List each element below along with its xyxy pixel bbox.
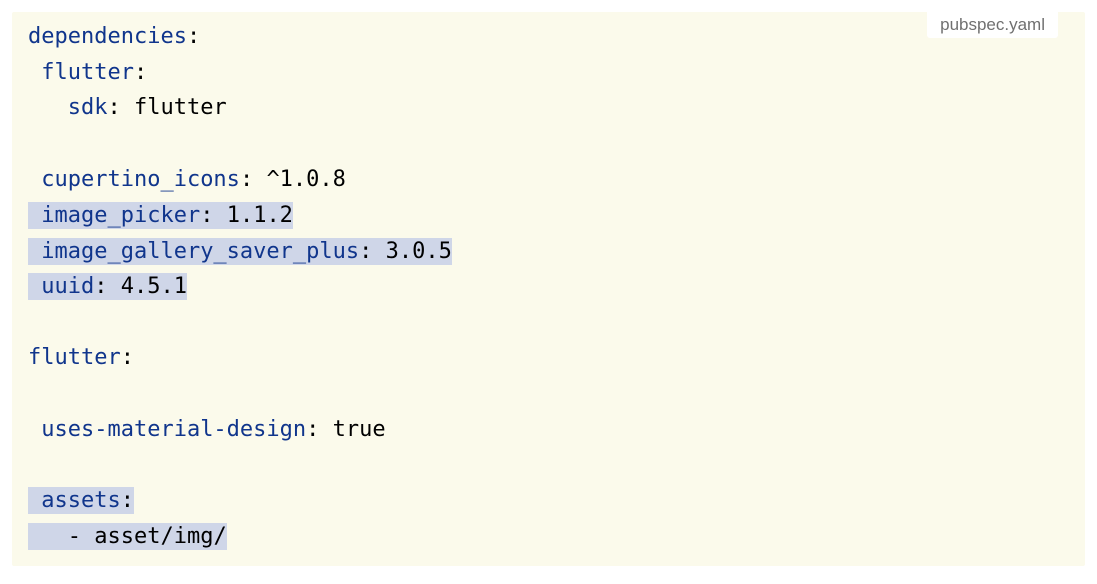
line-content: dependencies: bbox=[28, 24, 200, 49]
yaml-value: flutter bbox=[134, 95, 227, 121]
code-line: image_picker: 1.1.2 bbox=[28, 197, 452, 233]
file-name-label: pubspec.yaml bbox=[927, 12, 1058, 38]
yaml-separator: : bbox=[107, 95, 134, 121]
yaml-separator: : bbox=[200, 202, 227, 228]
line-content: cupertino_icons: ^1.0.8 bbox=[28, 167, 346, 192]
code-block: pubspec.yaml dependencies: flutter: sdk:… bbox=[12, 12, 1085, 566]
yaml-key: uuid bbox=[41, 274, 95, 300]
yaml-value: 3.0.5 bbox=[385, 238, 452, 264]
yaml-separator: : bbox=[359, 238, 386, 264]
yaml-key: flutter bbox=[41, 59, 134, 85]
code-line: uuid: 4.5.1 bbox=[28, 269, 452, 305]
code-line: uses-material-design: true bbox=[28, 412, 452, 448]
highlighted-segment: image_picker: 1.1.2 bbox=[28, 201, 293, 229]
line-content: flutter: bbox=[28, 60, 147, 85]
yaml-key: uses-material-design bbox=[41, 416, 307, 442]
yaml-key: dependencies bbox=[28, 24, 187, 49]
highlighted-segment: - asset/img/ bbox=[28, 523, 227, 551]
code-line: flutter: bbox=[28, 340, 452, 376]
yaml-code[interactable]: dependencies: flutter: sdk: flutter cupe… bbox=[28, 19, 452, 554]
yaml-key: image_picker bbox=[41, 202, 201, 228]
yaml-separator: : bbox=[120, 488, 134, 514]
code-line: sdk: flutter bbox=[28, 90, 452, 126]
highlighted-segment: image_gallery_saver_plus: 3.0.5 bbox=[28, 237, 452, 265]
line-content: uses-material-design: true bbox=[28, 416, 386, 442]
code-line: dependencies: bbox=[28, 19, 452, 55]
code-line: flutter: bbox=[28, 55, 452, 91]
yaml-value: true bbox=[332, 416, 386, 442]
yaml-key: flutter bbox=[28, 345, 121, 371]
yaml-key: image_gallery_saver_plus bbox=[41, 238, 360, 264]
code-line: cupertino_icons: ^1.0.8 bbox=[28, 162, 452, 198]
line-content: flutter: bbox=[28, 345, 134, 370]
yaml-separator: : bbox=[94, 274, 121, 300]
yaml-separator: : bbox=[306, 416, 333, 442]
yaml-value: 1.1.2 bbox=[226, 202, 293, 228]
yaml-separator: : bbox=[120, 345, 134, 371]
highlighted-segment: assets: bbox=[28, 487, 134, 515]
yaml-key: assets bbox=[41, 488, 121, 514]
yaml-separator: : bbox=[186, 24, 201, 49]
yaml-key: sdk bbox=[67, 95, 108, 121]
code-line: image_gallery_saver_plus: 3.0.5 bbox=[28, 233, 452, 269]
line-content: sdk: flutter bbox=[28, 95, 227, 120]
highlighted-segment: uuid: 4.5.1 bbox=[28, 273, 187, 301]
yaml-value: ^1.0.8 bbox=[266, 166, 346, 192]
yaml-separator: : bbox=[239, 166, 267, 192]
yaml-key: cupertino_icons bbox=[41, 166, 240, 192]
code-line: - asset/img/ bbox=[28, 519, 452, 555]
code-line: assets: bbox=[28, 483, 452, 519]
yaml-value: - asset/img/ bbox=[67, 524, 227, 550]
yaml-value: 4.5.1 bbox=[120, 274, 187, 300]
yaml-separator: : bbox=[133, 59, 148, 85]
